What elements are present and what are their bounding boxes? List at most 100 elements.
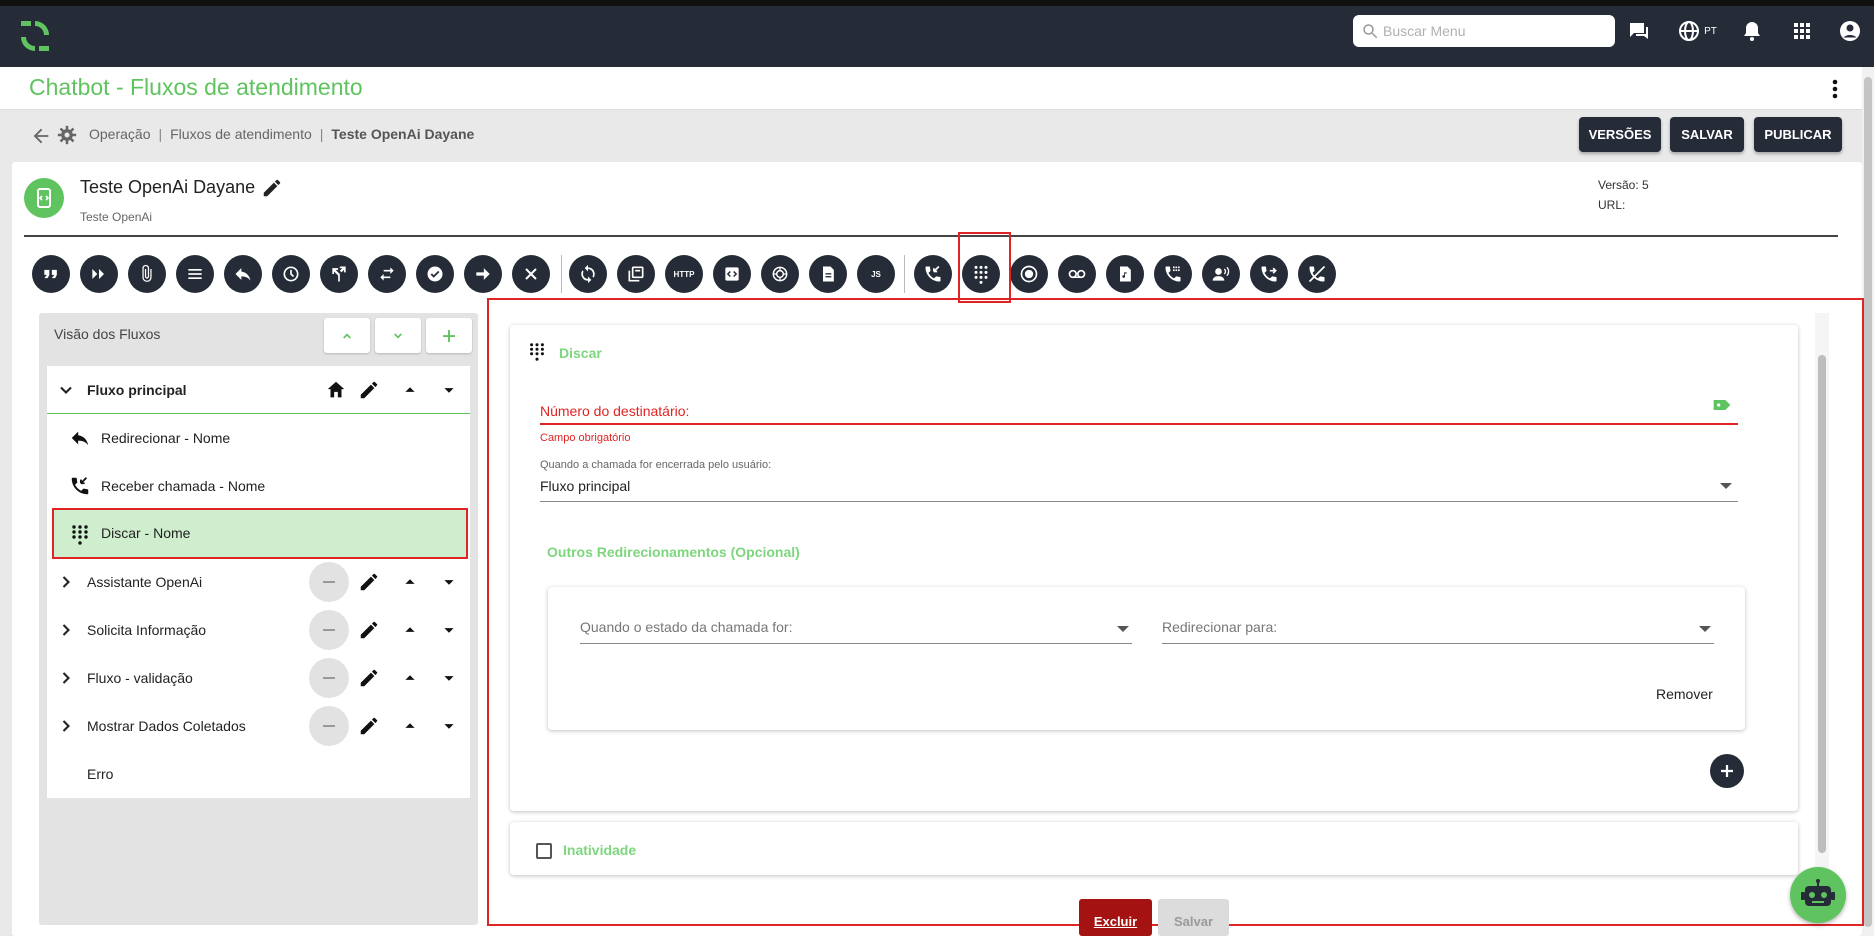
tree-item-receive-call[interactable]: Receber chamada - Nome — [47, 462, 470, 510]
js-icon: JS — [871, 269, 881, 279]
tree-item-flow-validation[interactable]: Fluxo - validação — [47, 654, 470, 702]
editor-scrollbar[interactable] — [1815, 313, 1829, 913]
dropdown-caret-icon[interactable] — [1699, 626, 1711, 632]
tool-transfer-call-button[interactable] — [1250, 255, 1288, 293]
edit-flow-name-icon[interactable] — [261, 177, 283, 199]
account-icon[interactable] — [1836, 17, 1864, 45]
tree-item-error[interactable]: Erro — [47, 750, 470, 798]
set-home-button[interactable] — [309, 706, 349, 746]
caret-down-icon[interactable] — [438, 715, 460, 737]
tool-document-button[interactable] — [809, 255, 847, 293]
caret-down-icon[interactable] — [438, 667, 460, 689]
chevron-right-icon[interactable] — [56, 668, 76, 688]
edit-pencil-icon[interactable] — [358, 379, 380, 401]
caret-up-icon[interactable] — [399, 619, 421, 641]
inactivity-checkbox[interactable] — [536, 843, 552, 859]
set-home-button[interactable] — [309, 610, 349, 650]
move-down-button[interactable] — [375, 318, 421, 353]
set-home-button[interactable] — [309, 658, 349, 698]
language-selector[interactable]: PT — [1676, 17, 1718, 45]
tool-voice-user-button[interactable] — [1202, 255, 1240, 293]
editor-scrollbar-thumb[interactable] — [1818, 355, 1826, 853]
tool-attachment-button[interactable] — [128, 255, 166, 293]
tool-code-button[interactable] — [713, 255, 751, 293]
caret-up-icon[interactable] — [399, 571, 421, 593]
tool-close-button[interactable] — [512, 255, 550, 293]
call-state-select[interactable]: Quando o estado da chamada for: — [580, 619, 792, 635]
page-scrollbar-thumb[interactable] — [1864, 77, 1872, 927]
settings-gear-icon[interactable] — [57, 125, 77, 145]
breadcrumb-item-operacao[interactable]: Operação — [89, 126, 150, 142]
publish-button[interactable]: PUBLICAR — [1754, 117, 1842, 152]
notifications-icon[interactable] — [1738, 17, 1766, 45]
tool-branch-button[interactable] — [320, 255, 358, 293]
edit-pencil-icon[interactable] — [358, 667, 380, 689]
chatbot-assistant-button[interactable] — [1790, 867, 1846, 923]
tree-item-flow-data[interactable]: Mostrar Dados Coletados — [47, 702, 470, 750]
tree-item-flow-info[interactable]: Solicita Informação — [47, 606, 470, 654]
search-input[interactable] — [1383, 20, 1608, 42]
versions-button[interactable]: VERSÕES — [1579, 117, 1661, 152]
tool-http-button[interactable]: HTTP — [665, 255, 703, 293]
add-redirect-button[interactable] — [1710, 754, 1744, 788]
caret-down-icon[interactable] — [438, 379, 460, 401]
tool-swap-button[interactable] — [368, 255, 406, 293]
breadcrumb-item-fluxos[interactable]: Fluxos de atendimento — [170, 126, 312, 142]
variable-tag-icon[interactable] — [1712, 396, 1732, 414]
tool-phone-keypad-button[interactable] — [1154, 255, 1192, 293]
tool-menu-lines-button[interactable] — [176, 255, 214, 293]
add-flow-button[interactable] — [426, 318, 472, 353]
caret-up-icon[interactable] — [399, 667, 421, 689]
tool-incoming-call-button[interactable] — [914, 255, 952, 293]
tool-hangup-button[interactable] — [1298, 255, 1336, 293]
caret-down-icon[interactable] — [438, 571, 460, 593]
tool-voicemail-button[interactable] — [1058, 255, 1096, 293]
tool-double-chevron-button[interactable] — [80, 255, 118, 293]
tree-item-main-flow[interactable]: Fluxo principal — [47, 366, 470, 414]
tool-clock-button[interactable] — [272, 255, 310, 293]
save-node-button[interactable]: Salvar — [1158, 899, 1229, 936]
chevron-right-icon[interactable] — [56, 572, 76, 592]
recipient-number-input[interactable]: Número do destinatário: — [540, 403, 689, 419]
dropdown-caret-icon[interactable] — [1720, 483, 1732, 489]
caret-up-icon[interactable] — [399, 379, 421, 401]
chevron-down-icon[interactable] — [56, 380, 76, 400]
set-home-button[interactable] — [309, 562, 349, 602]
record-icon — [1020, 265, 1038, 283]
dropdown-caret-icon[interactable] — [1117, 626, 1129, 632]
delete-button[interactable]: Excluir — [1079, 899, 1152, 936]
edit-pencil-icon[interactable] — [358, 715, 380, 737]
tool-record-button[interactable] — [1010, 255, 1048, 293]
more-options-icon[interactable] — [1825, 77, 1845, 101]
move-up-button[interactable] — [324, 318, 370, 353]
redirect-to-select[interactable]: Redirecionar para: — [1162, 619, 1277, 635]
tool-quote-button[interactable] — [32, 255, 70, 293]
clock-icon — [283, 266, 299, 282]
back-arrow-icon[interactable] — [30, 125, 52, 147]
tool-reply-button[interactable] — [224, 255, 262, 293]
tool-audio-file-button[interactable] — [1106, 255, 1144, 293]
tree-item-dial-selected[interactable]: Discar - Nome — [52, 508, 468, 559]
tree-item-redirect[interactable]: Redirecionar - Nome — [47, 414, 470, 462]
tool-sync-button[interactable] — [569, 255, 607, 293]
tool-arrow-right-button[interactable] — [464, 255, 502, 293]
edit-pencil-icon[interactable] — [358, 571, 380, 593]
chevron-right-icon[interactable] — [56, 716, 76, 736]
save-button[interactable]: SALVAR — [1670, 117, 1744, 152]
app-logo-icon[interactable] — [18, 18, 52, 54]
tool-check-circle-button[interactable] — [416, 255, 454, 293]
edit-pencil-icon[interactable] — [358, 619, 380, 641]
apps-grid-icon[interactable] — [1788, 17, 1816, 45]
tree-item-flow-openai[interactable]: Assistante OpenAi — [47, 558, 470, 606]
tool-copy-button[interactable] — [617, 255, 655, 293]
chat-icon[interactable] — [1625, 17, 1653, 45]
caret-up-icon[interactable] — [399, 715, 421, 737]
caret-down-icon[interactable] — [438, 619, 460, 641]
home-icon — [327, 381, 345, 398]
search-box[interactable] — [1353, 15, 1615, 47]
tool-js-button[interactable]: JS — [857, 255, 895, 293]
tool-openai-button[interactable] — [761, 255, 799, 293]
chevron-right-icon[interactable] — [56, 620, 76, 640]
ended-call-select[interactable]: Fluxo principal — [540, 478, 630, 494]
remove-button[interactable]: Remover — [1656, 686, 1713, 702]
